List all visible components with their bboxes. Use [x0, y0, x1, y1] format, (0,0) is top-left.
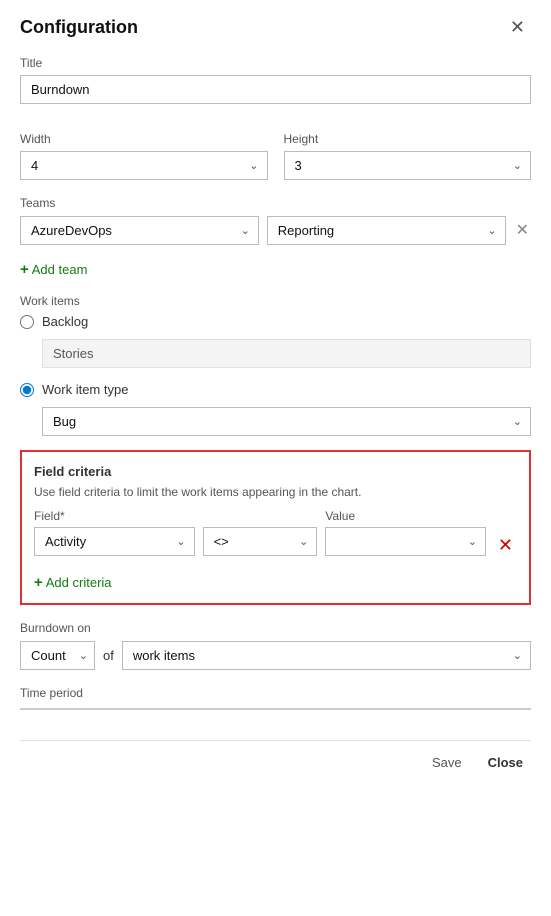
team1-select-wrapper: AzureDevOps Reporting Other ⌄ — [20, 216, 259, 245]
burndown-of-label: of — [103, 648, 114, 663]
dialog-title: Configuration — [20, 17, 138, 38]
criteria-value-label: Value — [325, 509, 486, 523]
field-criteria-description: Use field criteria to limit the work ite… — [34, 485, 517, 499]
width-height-row: Width 1 2 3 4 5 6 ⌄ Height 1 2 3 — [20, 118, 531, 180]
width-select-wrapper: 1 2 3 4 5 6 ⌄ — [20, 151, 268, 180]
teams-section: Teams AzureDevOps Reporting Other ⌄ Azur… — [20, 196, 531, 278]
field-criteria-section: Field criteria Use field criteria to lim… — [20, 450, 531, 605]
work-item-type-select[interactable]: Bug Epic Feature Task User Story — [43, 408, 530, 435]
criteria-operator-label — [203, 509, 318, 523]
teams-label: Teams — [20, 196, 531, 210]
title-input[interactable] — [20, 75, 531, 104]
add-criteria-plus-icon: + — [34, 574, 43, 591]
burndown-on-label: Burndown on — [20, 621, 531, 635]
team2-remove-button[interactable]: ✕ — [514, 223, 531, 239]
criteria-value-col: Value ⌄ — [325, 509, 486, 556]
close-icon-button[interactable]: ✕ — [504, 16, 531, 38]
team2-select[interactable]: AzureDevOps Reporting Other — [268, 217, 505, 244]
burndown-on-row: Count Sum ⌄ of work items Story Points E… — [20, 641, 531, 670]
title-section: Title — [20, 56, 531, 104]
width-section: Width 1 2 3 4 5 6 ⌄ — [20, 118, 268, 180]
add-criteria-button[interactable]: + Add criteria — [34, 574, 112, 591]
add-criteria-container: + Add criteria — [34, 566, 517, 591]
criteria-field-label: Field* — [34, 509, 195, 523]
add-team-button[interactable]: + Add team — [20, 261, 87, 278]
burndown-items-select-wrapper: work items Story Points Effort ⌄ — [122, 641, 531, 670]
team2-select-wrapper: AzureDevOps Reporting Other ⌄ — [267, 216, 506, 245]
burndown-count-select[interactable]: Count Sum — [21, 642, 94, 669]
time-period-section: Time period — [20, 686, 531, 710]
add-criteria-label: Add criteria — [46, 575, 112, 590]
criteria-field-select[interactable]: Activity Area Path Assigned To State Tag… — [35, 528, 194, 555]
configuration-dialog: Configuration ✕ Title Width 1 2 3 4 5 6 … — [0, 0, 551, 916]
backlog-radio-label: Backlog — [42, 314, 88, 329]
add-team-plus-icon: + — [20, 261, 29, 278]
team1-select[interactable]: AzureDevOps Reporting Other — [21, 217, 258, 244]
backlog-value-container — [20, 335, 531, 368]
criteria-field-select-wrapper: Activity Area Path Assigned To State Tag… — [34, 527, 195, 556]
criteria-operator-select-wrapper: = <> < > <= >= ⌄ — [203, 527, 318, 556]
time-period-bar — [20, 708, 531, 710]
work-item-type-radio[interactable] — [20, 383, 34, 397]
dialog-header: Configuration ✕ — [20, 16, 531, 38]
burndown-count-select-wrapper: Count Sum ⌄ — [20, 641, 95, 670]
field-criteria-title: Field criteria — [34, 464, 517, 479]
criteria-value-select[interactable] — [326, 528, 485, 555]
work-item-type-option: Work item type — [20, 382, 531, 397]
height-select-wrapper: 1 2 3 4 5 6 ⌄ — [284, 151, 532, 180]
dialog-footer: Save Close — [20, 740, 531, 774]
burndown-on-section: Burndown on Count Sum ⌄ of work items St… — [20, 621, 531, 670]
criteria-inputs-row: Field* Activity Area Path Assigned To St… — [34, 509, 517, 556]
height-label: Height — [284, 132, 532, 146]
width-select[interactable]: 1 2 3 4 5 6 — [21, 152, 267, 179]
work-items-section: Work items Backlog Work item type Bug Ep… — [20, 294, 531, 436]
width-label: Width — [20, 132, 268, 146]
title-label: Title — [20, 56, 531, 70]
add-team-container: + Add team — [20, 253, 531, 278]
height-section: Height 1 2 3 4 5 6 ⌄ — [284, 118, 532, 180]
teams-row: AzureDevOps Reporting Other ⌄ AzureDevOp… — [20, 216, 531, 245]
work-item-type-select-wrapper-outer: Bug Epic Feature Task User Story ⌄ — [42, 407, 531, 436]
backlog-option: Backlog — [20, 314, 531, 329]
add-team-label: Add team — [32, 262, 88, 277]
backlog-radio[interactable] — [20, 315, 34, 329]
criteria-field-col: Field* Activity Area Path Assigned To St… — [34, 509, 195, 556]
work-item-type-select-wrapper: Bug Epic Feature Task User Story ⌄ — [42, 407, 531, 436]
backlog-input — [42, 339, 531, 368]
height-select[interactable]: 1 2 3 4 5 6 — [285, 152, 531, 179]
footer-close-button[interactable]: Close — [480, 751, 531, 774]
criteria-operator-select[interactable]: = <> < > <= >= — [204, 528, 317, 555]
burndown-items-select[interactable]: work items Story Points Effort — [123, 642, 530, 669]
criteria-operator-col: = <> < > <= >= ⌄ — [203, 509, 318, 556]
work-items-label: Work items — [20, 294, 531, 308]
time-period-label: Time period — [20, 686, 531, 700]
save-button[interactable]: Save — [424, 751, 470, 774]
criteria-value-select-wrapper: ⌄ — [325, 527, 486, 556]
work-items-radio-group: Backlog Work item type Bug Epic Feature … — [20, 314, 531, 436]
criteria-remove-button[interactable]: ✕ — [494, 535, 517, 556]
work-item-type-radio-label: Work item type — [42, 382, 128, 397]
